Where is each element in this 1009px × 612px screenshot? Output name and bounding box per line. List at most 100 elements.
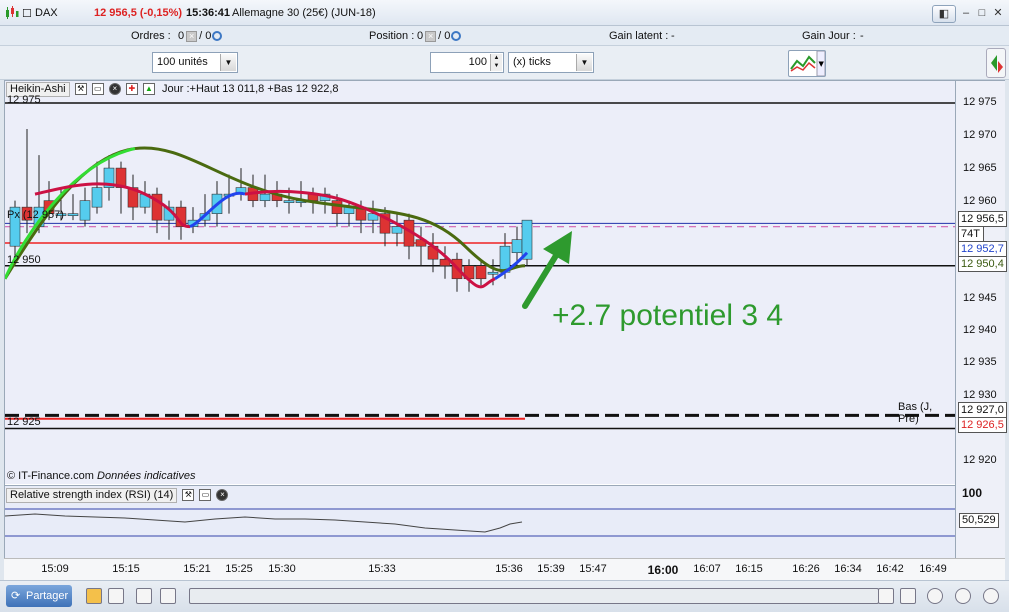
price-chart [5,102,955,430]
tick-label: 12 970 [963,129,997,141]
close-icon[interactable]: × [186,30,198,42]
rsi-title[interactable]: Relative strength index (RSI) (14) [6,488,178,503]
ticks-select-value: (x) ticks [513,56,551,68]
spinner-icon[interactable]: ▲ ▼ [490,54,502,71]
price-tag-blue: 12 952,7 [958,241,1007,257]
candle-body [511,239,523,254]
candle-body [331,200,343,214]
candle-body [79,200,91,221]
time-tick: 15:15 [112,563,140,575]
time-tick: 16:07 [693,563,721,575]
chart-tools-icon[interactable] [86,588,102,604]
bas-label: Bas (J, Pré) [898,401,933,425]
chart-type-button[interactable]: ▼ [788,50,826,77]
window-icon[interactable]: ▭ [91,83,104,96]
title-bar: ☐ DAX 12 956,5 (-0,15%) 15:36:41 Allemag… [0,0,1009,26]
time-tick: 15:09 [41,563,69,575]
close-button[interactable]: ✕ [990,5,1006,23]
indicator-header: Heikin-Ashi ⚒ ▭ × ✚ ▲ Jour :+Haut 13 011… [6,82,339,97]
maximize-button[interactable]: □ [974,5,990,23]
rsi-panel[interactable]: Relative strength index (RSI) (14) ⚒ ▭ × [5,485,955,559]
rsi-value-tag: 50,529 [959,513,999,528]
gain-latent-value: - [671,30,675,42]
price-tag-current: 12 956,5 [958,211,1007,227]
position-value-2: 0 [444,30,451,42]
candle-body [259,193,271,201]
price-chart-area[interactable]: Heikin-Ashi ⚒ ▭ × ✚ ▲ Jour :+Haut 13 011… [5,81,955,484]
green-arrow-head [543,231,572,264]
ticks-input[interactable]: 100 ▲ ▼ [430,52,504,73]
level-12950-label: 12 950 [7,254,41,266]
candle-body [283,200,295,203]
arrow-up-icon[interactable]: ▲ [142,83,155,96]
tick-label: 12 920 [963,454,997,466]
time-tick: 15:30 [268,563,296,575]
time-tick: 16:34 [834,563,862,575]
history-scrollbar[interactable] [189,588,879,604]
time-axis: 15:09 15:15 15:21 15:25 15:30 15:33 15:3… [4,558,1005,580]
day-high-low: Jour :+Haut 13 011,8 +Bas 12 922,8 [162,83,339,95]
wrench-icon[interactable]: ⚒ [182,489,195,502]
ticks-tag: 74T 55 [958,226,984,242]
rsi-line [5,513,523,533]
ticks-input-value: 100 [468,56,487,68]
wrench-icon[interactable]: ⚒ [74,83,87,96]
tick-label: 12 935 [963,356,997,368]
tick-label: 12 930 [963,389,997,401]
tick-label: 12 965 [963,162,997,174]
list-icon[interactable] [108,588,124,604]
orders-bar: Ordres : 0 ×/ 0 Position : 0 ×/ 0 Gain lat… [0,26,1009,46]
candle-body [91,187,103,208]
time-tick: 15:25 [225,563,253,575]
candle-body [391,226,403,234]
time-tick: 15:47 [579,563,607,575]
zoom-in-icon[interactable] [983,588,999,604]
chevron-down-icon[interactable]: ▼ [220,54,236,71]
price-change: 12 956,5 (-0,15%) [94,7,183,19]
tick-label: 12 945 [963,292,997,304]
scroll-right-icon[interactable] [878,588,894,604]
toggle-icon[interactable] [136,588,152,604]
time-tick: 16:49 [919,563,947,575]
checkbox-icon[interactable]: ☐ [22,7,32,20]
arrows-icon [991,55,1003,73]
arrow-down-icon[interactable]: ✚ [125,83,138,96]
chart-indicator-icon: ▼ [790,50,826,77]
price-tag-red: 12 926,5 [958,417,1007,433]
candle-body [67,213,79,216]
gear-icon[interactable] [212,31,223,42]
annotation-text: +2.7 potentiel 3 4 [552,299,784,332]
close-icon[interactable]: × [425,30,437,42]
clock-time: 15:36:41 [186,7,231,19]
minimize-button[interactable]: – [958,5,974,23]
time-tick: 15:39 [537,563,565,575]
gear-icon[interactable] [451,31,462,42]
units-select-value: 100 unités [157,56,208,68]
arrow-icon[interactable] [160,588,176,604]
side-panel-toggle[interactable] [986,48,1006,78]
close-icon[interactable]: × [108,83,121,96]
position-values: 0 ×/ 0 [417,30,462,42]
units-select[interactable]: 100 unités ▼ [152,52,238,73]
ticks-select[interactable]: (x) ticks ▼ [508,52,594,73]
close-icon[interactable]: × [216,489,229,502]
chevron-down-icon[interactable]: ▼ [576,54,592,71]
ordres-value-2: 0 [205,30,212,42]
window-icon[interactable]: ▭ [199,489,212,502]
copyright-label: © IT-Finance.com Données indicatives [7,470,195,482]
position-value-1: 0 [417,30,424,42]
gain-jour-value: - [860,30,864,42]
indicators-icon[interactable] [900,588,916,604]
gain-jour-label: Gain Jour : [802,30,856,42]
tick-label: 12 940 [963,324,997,336]
zoom-fit-icon[interactable] [927,588,943,604]
ordres-label: Ordres : [131,30,171,42]
share-button[interactable]: ⟳ Partager [6,585,72,607]
indicative-text: Données indicatives [97,470,196,482]
symbol-label: DAX [35,7,58,19]
time-tick: 16:00 [647,563,679,577]
candle-body [487,271,499,275]
zoom-out-icon[interactable] [955,588,971,604]
time-tick: 16:15 [735,563,763,575]
window-layout-button[interactable]: ◧ [932,5,956,23]
